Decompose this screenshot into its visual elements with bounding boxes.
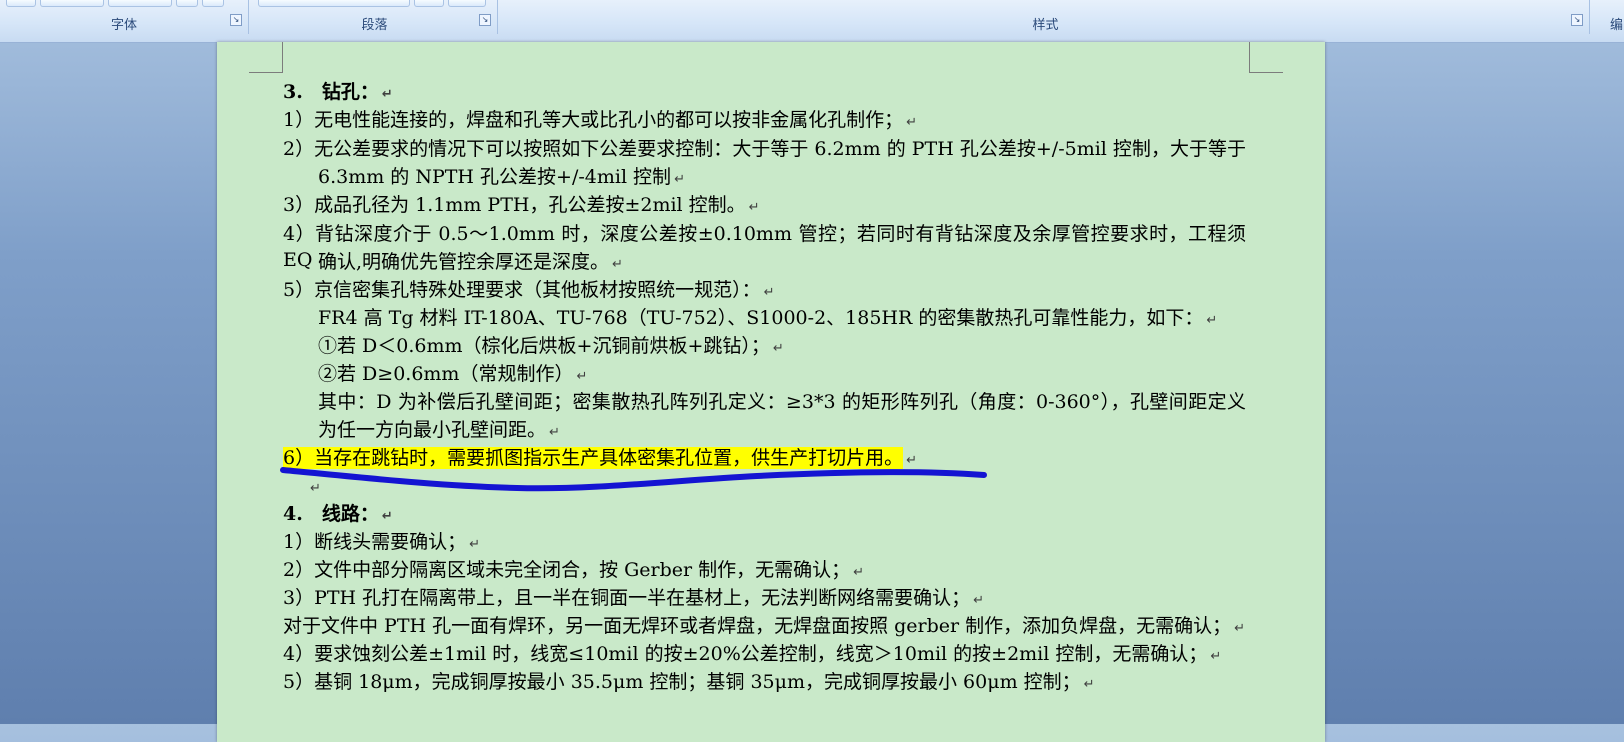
paragraph-group-button[interactable] <box>448 0 486 7</box>
highlighted-list-item: 6）当存在跳钻时，需要抓图指示生产具体密集孔位置，供生产打切片用。 ↵ <box>283 447 917 469</box>
list-item: 5）京信密集孔特殊处理要求（其他板材按照统一规范）： ↵ <box>283 279 775 301</box>
paragraph-group: 段落 ↘ <box>252 0 498 34</box>
editing-group: 编 <box>1594 0 1624 34</box>
font-group: 字体 ↘ <box>0 0 249 34</box>
list-item: 2）文件中部分隔离区域未完全闭合，按 Gerber 制作，无需确认； ↵ <box>283 559 865 581</box>
font-group-button[interactable] <box>202 0 224 7</box>
list-item-continuation: 其中：D 为补偿后孔壁间距；密集散热孔阵列孔定义：≥3*3 的矩形阵列孔（角度：… <box>318 391 1246 413</box>
list-item-continuation: 确认,明确优先管控余厚还是深度。 ↵ <box>318 251 623 273</box>
font-group-button[interactable] <box>40 0 104 7</box>
list-item-continuation: ②若 D≥0.6mm（常规制作） ↵ <box>318 363 588 385</box>
list-item: 3）PTH 孔打在隔离带上，且一半在铜面一半在基材上，无法判断网络需要确认； ↵ <box>283 587 985 609</box>
dialog-launcher-icon[interactable]: ↘ <box>230 14 242 26</box>
list-item: 4）要求蚀刻公差±1mil 时，线宽≤10mil 的按±20%公差控制，线宽＞1… <box>283 643 1222 665</box>
plain-paragraph: 对于文件中 PTH 孔一面有焊环，另一面无焊环或者焊盘，无焊盘面按照 gerbe… <box>283 615 1246 637</box>
list-item: 5）基铜 18μm，完成铜厚按最小 35.5μm 控制；基铜 35μm，完成铜厚… <box>283 671 1095 693</box>
paragraph-group-button[interactable] <box>258 0 410 7</box>
list-item: 1）断线头需要确认； ↵ <box>283 531 480 553</box>
styles-group-label: 样式 <box>1032 18 1059 33</box>
font-group-button[interactable] <box>176 0 198 7</box>
section-heading-drilling: 3. 钻孔： ↵ <box>283 81 393 103</box>
empty-paragraph: ↵ <box>310 481 321 496</box>
list-item: 2）无公差要求的情况下可以按照如下公差要求控制：大于等于 6.2mm 的 PTH… <box>283 138 1246 160</box>
font-group-button[interactable] <box>6 0 36 7</box>
crop-mark-right <box>1249 42 1283 73</box>
list-item-continuation: ①若 D＜0.6mm（棕化后烘板+沉铜前烘板+跳钻）； ↵ <box>318 335 784 357</box>
editing-group-label: 编 <box>1610 18 1624 33</box>
list-item-continuation: FR4 高 Tg 材料 IT-180A、TU-768（TU-752）、S1000… <box>318 307 1218 329</box>
crop-mark-left <box>249 42 283 73</box>
section-heading-circuit: 4. 线路： ↵ <box>283 503 393 525</box>
document-page[interactable]: 3. 钻孔： ↵ 1）无电性能连接的，焊盘和孔等大或比孔小的都可以按非金属化孔制作… <box>217 42 1325 742</box>
list-item-continuation: 为任一方向最小孔壁间距。 ↵ <box>318 419 560 441</box>
dialog-launcher-icon[interactable]: ↘ <box>479 14 491 26</box>
dialog-launcher-icon[interactable]: ↘ <box>1571 14 1583 26</box>
paragraph-group-button[interactable] <box>414 0 444 7</box>
paragraph-group-label: 段落 <box>361 18 388 33</box>
list-item: 1）无电性能连接的，焊盘和孔等大或比孔小的都可以按非金属化孔制作； ↵ <box>283 109 917 131</box>
list-item: 3）成品孔径为 1.1mm PTH，孔公差按±2mil 控制。 ↵ <box>283 194 760 216</box>
font-group-button[interactable] <box>108 0 172 7</box>
list-item-continuation: 6.3mm 的 NPTH 孔公差按+/-4mil 控制 ↵ <box>318 166 685 188</box>
font-group-label: 字体 <box>110 18 137 33</box>
styles-group: 样式 ↘ <box>502 0 1590 34</box>
ribbon: 字体 ↘ 段落 ↘ 样式 ↘ 编 <box>0 0 1624 43</box>
